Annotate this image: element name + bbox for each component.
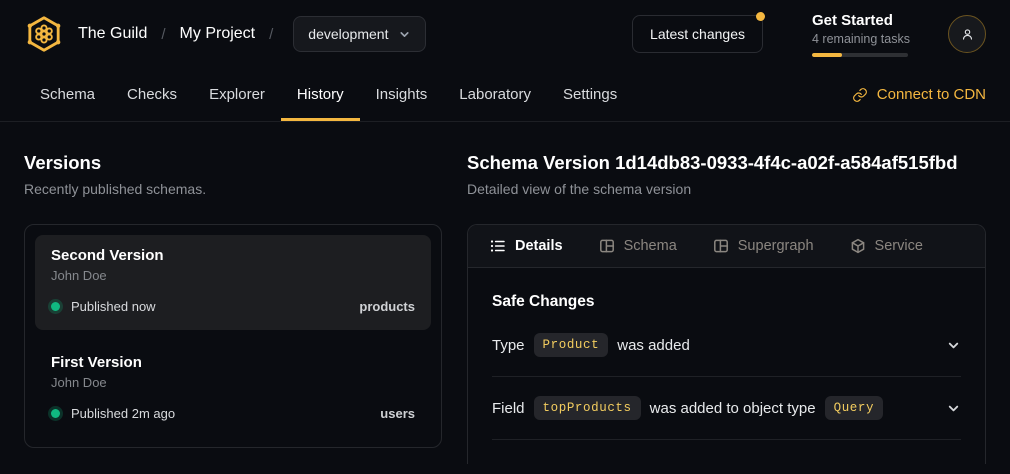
version-meta: Published now products — [51, 299, 415, 314]
detail-tab-service[interactable]: Service — [850, 238, 923, 254]
chevron-down-icon — [946, 338, 961, 353]
list-icon — [490, 238, 506, 254]
latest-changes-button[interactable]: Latest changes — [632, 15, 763, 53]
user-menu-button[interactable] — [948, 15, 986, 53]
link-icon — [852, 87, 868, 103]
detail-tab-label: Service — [875, 238, 923, 254]
version-author: John Doe — [51, 268, 415, 283]
versions-subtitle: Recently published schemas. — [24, 181, 442, 197]
version-name: Second Version — [51, 247, 415, 264]
columns-icon — [713, 238, 729, 254]
safe-changes-title: Safe Changes — [492, 293, 961, 311]
change-text: Field — [492, 400, 525, 417]
get-started-progress-fill — [812, 53, 842, 57]
nav-tabs: SchemaChecksExplorerHistoryInsightsLabor… — [24, 68, 633, 121]
versions-title: Versions — [24, 152, 442, 174]
latest-changes-label: Latest changes — [650, 26, 745, 42]
tab-history[interactable]: History — [281, 68, 360, 121]
version-detail-column: Schema Version 1d14db83-0933-4f4c-a02f-a… — [467, 152, 986, 464]
service-name: users — [380, 406, 415, 421]
get-started-progress-bar — [812, 53, 908, 57]
detail-tab-label: Schema — [624, 238, 677, 254]
cube-icon — [850, 238, 866, 254]
get-started-widget[interactable]: Get Started 4 remaining tasks — [812, 12, 908, 57]
target-dropdown[interactable]: development — [293, 16, 426, 52]
version-detail-panel: Details Schema Supergraph Service Safe Chan… — [467, 224, 986, 464]
changes-list: Type Product was added Field topProducts was … — [492, 314, 961, 440]
detail-content: Safe Changes Type Product was added Fieldto… — [468, 293, 985, 464]
breadcrumb-separator: / — [269, 26, 273, 43]
change-code-badge: Query — [825, 396, 884, 420]
published-time: Published 2m ago — [71, 406, 175, 421]
change-row[interactable]: Type Product was added — [492, 314, 961, 377]
version-name: First Version — [51, 354, 415, 371]
notification-dot — [756, 12, 765, 21]
published-status-dot — [51, 302, 60, 311]
breadcrumb: The Guild / My Project / development — [24, 14, 426, 54]
header-actions: Latest changes Get Started 4 remaining t… — [632, 12, 986, 57]
target-dropdown-value: development — [308, 26, 388, 42]
get-started-title: Get Started — [812, 12, 908, 30]
tab-checks[interactable]: Checks — [111, 68, 193, 121]
tab-settings[interactable]: Settings — [547, 68, 633, 121]
published-status-dot — [51, 409, 60, 418]
schema-version-title: Schema Version 1d14db83-0933-4f4c-a02f-a… — [467, 152, 986, 174]
detail-tab-schema[interactable]: Schema — [599, 238, 677, 254]
main-content: Versions Recently published schemas. Sec… — [0, 122, 1010, 464]
detail-tab-label: Details — [515, 238, 563, 254]
change-text: was added — [617, 337, 690, 354]
version-card[interactable]: Second Version John Doe Published now produ… — [35, 235, 431, 330]
versions-list: Second Version John Doe Published now produ… — [24, 224, 442, 448]
tab-insights[interactable]: Insights — [360, 68, 444, 121]
project-nav: SchemaChecksExplorerHistoryInsightsLabor… — [0, 68, 1010, 122]
breadcrumb-org[interactable]: The Guild — [78, 25, 147, 43]
versions-column: Versions Recently published schemas. Sec… — [24, 152, 442, 464]
schema-version-subtitle: Detailed view of the schema version — [467, 181, 986, 197]
chevron-down-icon — [946, 401, 961, 416]
version-meta: Published 2m ago users — [51, 406, 415, 421]
change-row[interactable]: Field topProducts was added to object type… — [492, 377, 961, 440]
change-code-badge: topProducts — [534, 396, 641, 420]
get-started-subtitle: 4 remaining tasks — [812, 32, 908, 46]
connect-to-cdn-label: Connect to CDN — [877, 86, 986, 103]
detail-tab-details[interactable]: Details — [490, 238, 563, 254]
chevron-down-icon — [398, 28, 411, 41]
change-text: Type — [492, 337, 525, 354]
version-author: John Doe — [51, 375, 415, 390]
detail-tabs: Details Schema Supergraph Service — [468, 225, 985, 268]
connect-to-cdn-link[interactable]: Connect to CDN — [852, 68, 986, 121]
tab-schema[interactable]: Schema — [24, 68, 111, 121]
published-time: Published now — [71, 299, 156, 314]
detail-tab-supergraph[interactable]: Supergraph — [713, 238, 814, 254]
detail-tab-label: Supergraph — [738, 238, 814, 254]
app-header: The Guild / My Project / development Lat… — [0, 0, 1010, 68]
breadcrumb-separator: / — [161, 26, 165, 43]
breadcrumb-project[interactable]: My Project — [180, 25, 256, 43]
columns-icon — [599, 238, 615, 254]
change-code-badge: Product — [534, 333, 609, 357]
service-name: products — [359, 299, 415, 314]
tab-laboratory[interactable]: Laboratory — [443, 68, 547, 121]
user-icon — [959, 26, 976, 43]
version-card[interactable]: First Version John Doe Published 2m ago use… — [35, 342, 431, 437]
tab-explorer[interactable]: Explorer — [193, 68, 281, 121]
change-text: was added to object type — [650, 400, 816, 417]
hive-logo-icon[interactable] — [24, 14, 64, 54]
